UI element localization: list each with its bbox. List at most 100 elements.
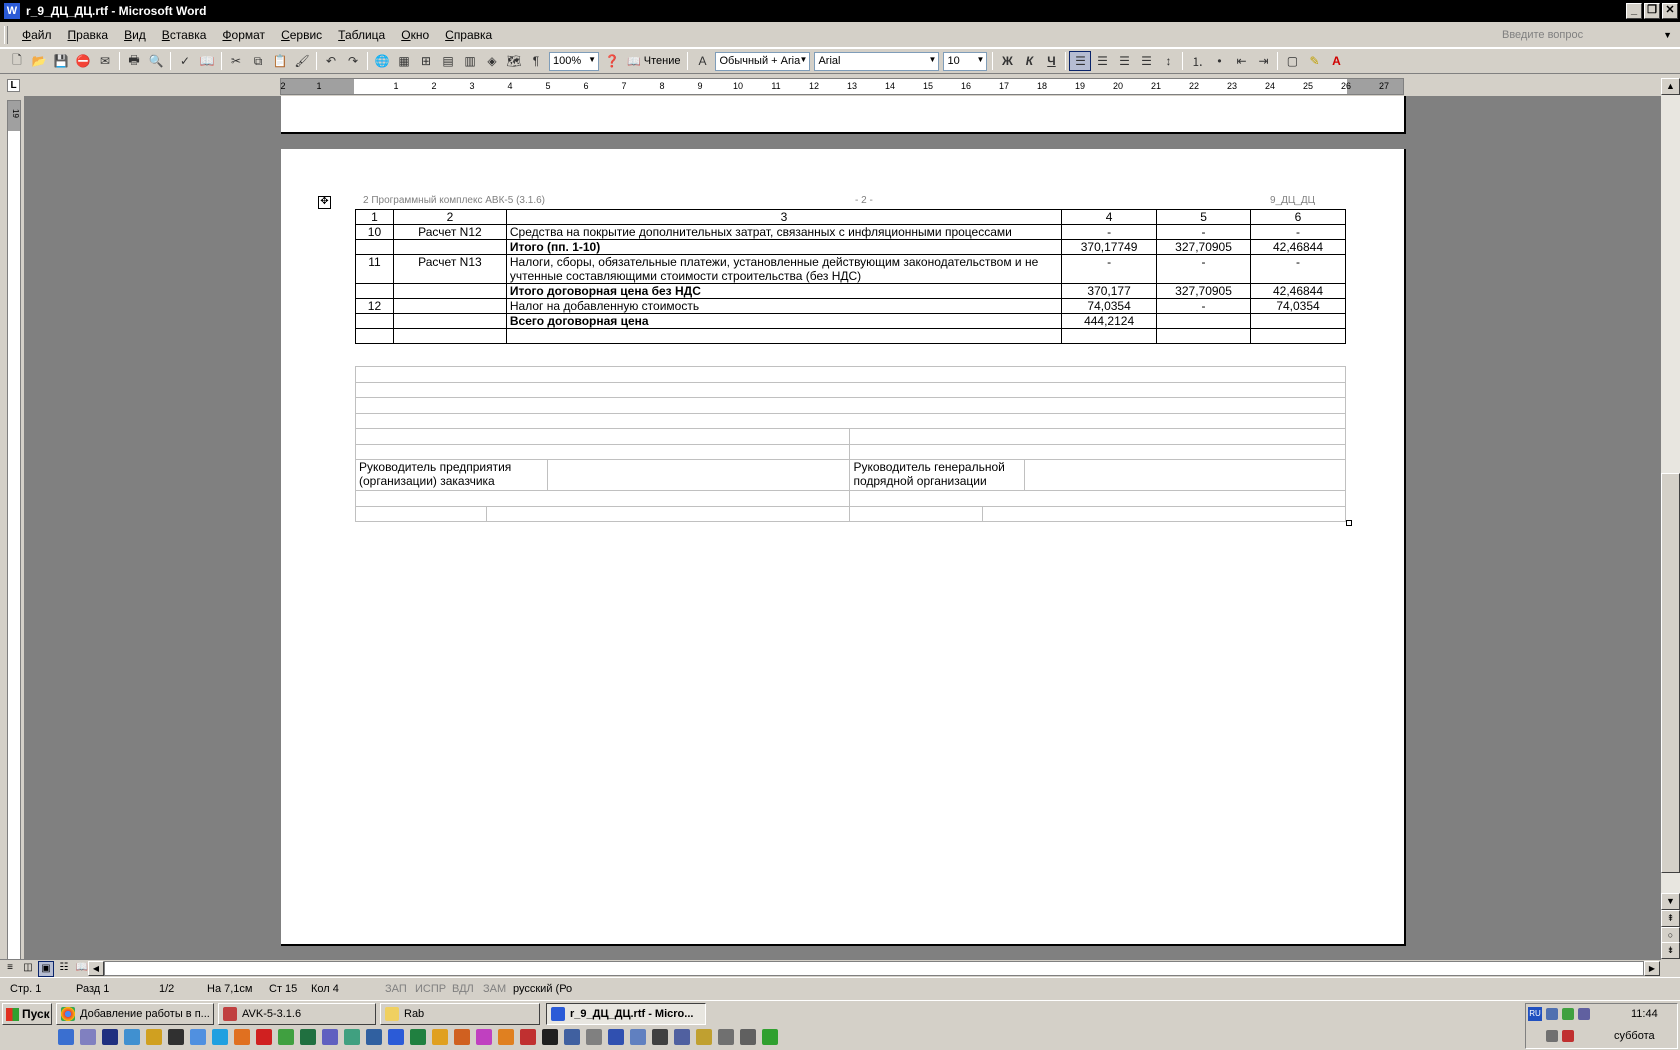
firefox-icon[interactable] bbox=[234, 1029, 250, 1045]
email-icon[interactable]: ✉ bbox=[94, 51, 116, 71]
value-cell[interactable]: - bbox=[1156, 224, 1252, 240]
empty-cell[interactable] bbox=[355, 412, 1346, 429]
empty-cell[interactable] bbox=[1156, 328, 1252, 344]
start-button[interactable]: Пуск bbox=[2, 1003, 52, 1025]
menu-tools[interactable]: Сервис bbox=[273, 28, 330, 42]
empty-cell[interactable] bbox=[1061, 328, 1158, 344]
empty-cell[interactable] bbox=[1250, 328, 1346, 344]
undo-icon[interactable]: ↶ bbox=[320, 51, 342, 71]
calc-cell[interactable]: Расчет N12 bbox=[392, 224, 507, 240]
network-icon[interactable] bbox=[1546, 1008, 1558, 1020]
status-page[interactable]: Стр. 1 bbox=[0, 983, 66, 995]
quick-launch-icon[interactable] bbox=[674, 1029, 690, 1045]
word-app-icon[interactable]: W bbox=[4, 3, 20, 19]
empty-cell[interactable] bbox=[354, 428, 851, 445]
menu-format[interactable]: Формат bbox=[214, 28, 273, 42]
language-indicator[interactable]: RU bbox=[1528, 1007, 1542, 1021]
value-cell[interactable]: - bbox=[1156, 298, 1252, 314]
empty-cell[interactable] bbox=[392, 328, 507, 344]
previous-page-icon[interactable]: ⇞ bbox=[1661, 910, 1680, 927]
help-search-input[interactable]: Введите вопрос bbox=[1502, 26, 1652, 44]
drawing-icon[interactable]: ◈ bbox=[481, 51, 503, 71]
skype-icon[interactable] bbox=[212, 1029, 228, 1045]
spelling-icon[interactable]: ✓ bbox=[174, 51, 196, 71]
quick-launch-icon[interactable] bbox=[322, 1029, 338, 1045]
bullets-icon[interactable]: • bbox=[1208, 51, 1230, 71]
quick-launch-icon[interactable] bbox=[564, 1029, 580, 1045]
row-number-cell[interactable] bbox=[355, 239, 394, 255]
table-header-cell[interactable]: 5 bbox=[1156, 209, 1252, 225]
status-pages[interactable]: 1/2 bbox=[149, 983, 197, 995]
insert-table-icon[interactable]: ⊞ bbox=[415, 51, 437, 71]
underline-icon[interactable]: Ч bbox=[1040, 51, 1062, 71]
value-cell[interactable] bbox=[1156, 313, 1252, 329]
font-size-select[interactable]: 10 ▼ bbox=[943, 51, 988, 71]
table-header-cell[interactable]: 2 bbox=[392, 209, 507, 225]
status-overtype[interactable]: ЗАМ bbox=[473, 983, 506, 995]
highlight-icon[interactable]: ✎ bbox=[1303, 51, 1325, 71]
status-language[interactable]: русский (Ро bbox=[503, 983, 572, 995]
row-number-cell[interactable]: 12 bbox=[355, 298, 394, 314]
status-position[interactable]: На 7,1см bbox=[197, 983, 259, 995]
empty-cell[interactable] bbox=[849, 490, 1346, 507]
empty-cell[interactable] bbox=[355, 381, 1346, 398]
quick-launch-icon[interactable] bbox=[476, 1029, 492, 1045]
hyperlink-icon[interactable]: 🌐 bbox=[371, 51, 393, 71]
styles-pane-icon[interactable]: A bbox=[691, 51, 713, 71]
new-document-icon[interactable]: 🗋 bbox=[6, 51, 28, 71]
value-cell[interactable]: 74,0354 bbox=[1061, 298, 1158, 314]
empty-cell[interactable] bbox=[849, 428, 1346, 445]
document-map-icon[interactable]: 🗺 bbox=[503, 51, 525, 71]
quick-launch-icon[interactable] bbox=[300, 1029, 316, 1045]
description-cell[interactable]: Налоги, сборы, обязательные платежи, уст… bbox=[505, 254, 1063, 284]
quick-launch-icon[interactable] bbox=[124, 1029, 140, 1045]
row-number-cell[interactable] bbox=[355, 313, 394, 329]
print-icon[interactable]: 🖶 bbox=[123, 51, 145, 71]
tables-borders-icon[interactable]: ▦ bbox=[393, 51, 415, 71]
quick-launch-icon[interactable] bbox=[366, 1029, 382, 1045]
show-formatting-icon[interactable]: ¶ bbox=[525, 51, 547, 71]
opera-icon[interactable] bbox=[256, 1029, 272, 1045]
menu-view[interactable]: Вид bbox=[116, 28, 154, 42]
value-cell[interactable]: 370,17749 bbox=[1061, 239, 1158, 255]
tray-icon[interactable] bbox=[1562, 1008, 1574, 1020]
empty-cell[interactable] bbox=[485, 505, 851, 522]
table-header-cell[interactable]: 1 bbox=[355, 209, 394, 225]
zoom-select[interactable]: 100% ▼ bbox=[549, 51, 599, 71]
save-icon[interactable]: 💾 bbox=[50, 51, 72, 71]
empty-cell[interactable] bbox=[849, 505, 984, 522]
empty-cell[interactable] bbox=[355, 328, 394, 344]
value-cell[interactable]: 444,2124 bbox=[1061, 313, 1158, 329]
restore-button[interactable]: ❐ bbox=[1644, 3, 1660, 19]
table-resize-handle[interactable] bbox=[1346, 520, 1352, 526]
empty-cell[interactable] bbox=[354, 443, 851, 460]
quick-launch-icon[interactable] bbox=[608, 1029, 624, 1045]
scroll-thumb[interactable] bbox=[1661, 473, 1680, 873]
print-preview-icon[interactable]: 🔍 bbox=[145, 51, 167, 71]
speaker-icon[interactable] bbox=[1578, 1008, 1590, 1020]
quick-launch-icon[interactable] bbox=[344, 1029, 360, 1045]
scroll-down-icon[interactable]: ▼ bbox=[1661, 893, 1680, 910]
tray-icon[interactable] bbox=[1546, 1030, 1558, 1042]
quick-launch-icon[interactable] bbox=[190, 1029, 206, 1045]
chrome-quick-icon[interactable] bbox=[278, 1029, 294, 1045]
taskbar-item-avk[interactable]: AVK-5-3.1.6 bbox=[218, 1003, 376, 1025]
status-line[interactable]: Ст 15 bbox=[259, 983, 301, 995]
value-cell[interactable]: 370,177 bbox=[1061, 283, 1158, 299]
value-cell[interactable]: - bbox=[1250, 254, 1346, 284]
vertical-ruler[interactable]: 19 bbox=[7, 100, 21, 960]
calc-cell[interactable] bbox=[392, 239, 507, 255]
value-cell[interactable]: 74,0354 bbox=[1250, 298, 1346, 314]
quick-launch-icon[interactable] bbox=[586, 1029, 602, 1045]
help-icon[interactable]: ❓ bbox=[601, 51, 623, 71]
menubar-grip[interactable] bbox=[4, 25, 8, 44]
horizontal-ruler[interactable]: 2 1 1 2 3 4 5 6 7 8 9 10 11 12 13 14 15 … bbox=[280, 78, 1404, 95]
menu-window[interactable]: Окно bbox=[393, 28, 437, 42]
clock[interactable]: 11:44 bbox=[1631, 1008, 1658, 1020]
empty-cell[interactable] bbox=[355, 397, 1346, 414]
empty-cell[interactable] bbox=[355, 505, 487, 522]
numbering-icon[interactable]: ⒈ bbox=[1186, 51, 1208, 71]
value-cell[interactable]: - bbox=[1250, 224, 1346, 240]
status-track-changes[interactable]: ИСПР bbox=[405, 983, 446, 995]
taskbar-item-chrome[interactable]: Добавление работы в п... bbox=[56, 1003, 214, 1025]
